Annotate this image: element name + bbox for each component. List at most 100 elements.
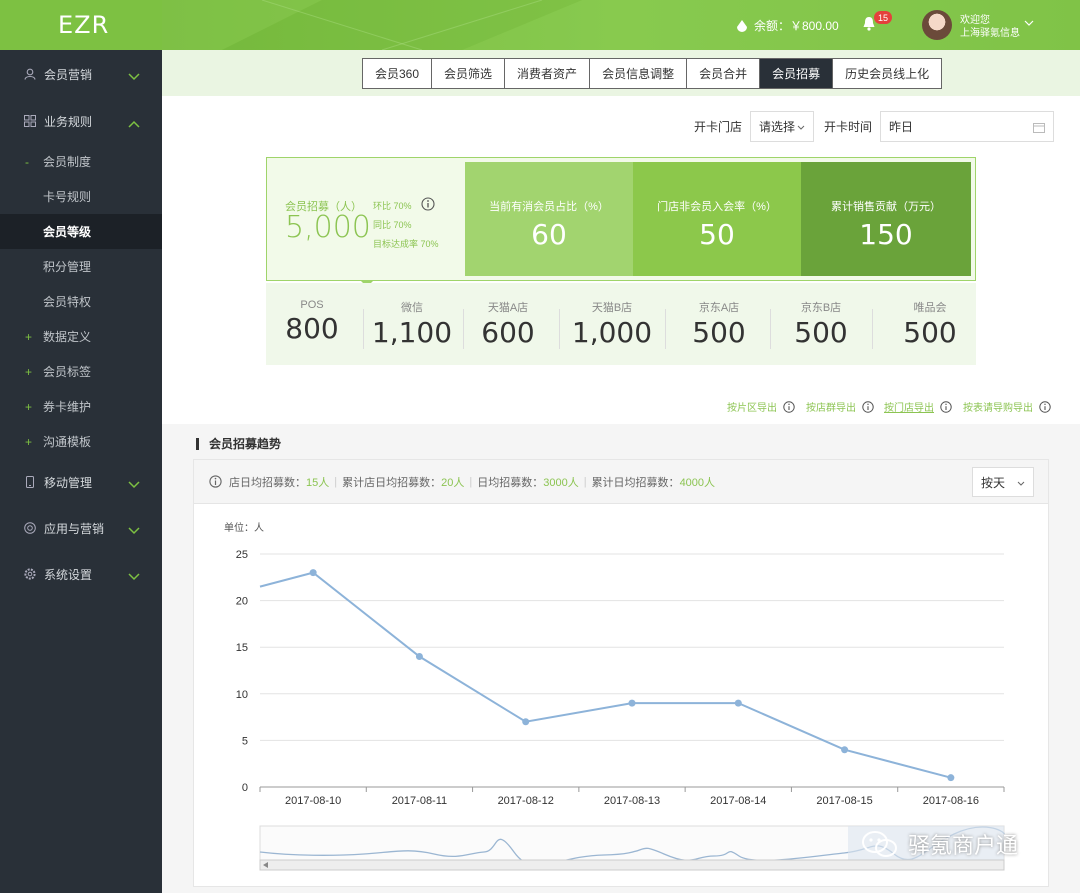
mobile-icon	[24, 476, 36, 488]
chevron-down-icon	[128, 524, 140, 535]
info-icon[interactable]	[940, 400, 952, 413]
channel-label: POS	[300, 299, 324, 311]
chevron-down-icon[interactable]	[1024, 20, 1034, 27]
sidebar-subitem[interactable]: 卡号规则	[0, 179, 162, 214]
grid-icon	[24, 115, 36, 127]
sidebar-subitem[interactable]: - 会员制度	[0, 144, 162, 179]
series-line	[259, 571, 952, 779]
data-point[interactable]	[841, 746, 849, 754]
channel-label: 微信	[401, 302, 423, 314]
sidebar-item-label: 移动管理	[44, 475, 93, 490]
top-bar: 余额：￥800.00 15 欢迎您 上海驿氪信息	[162, 0, 1080, 50]
separator: |	[583, 475, 587, 488]
mom-text: 同比 70%	[373, 220, 412, 230]
sidebar-subitem[interactable]: 会员特权	[0, 284, 162, 319]
sidebar-subitem-label: 会员特权	[43, 295, 92, 309]
export-link[interactable]: 按表请导购导出	[963, 399, 1051, 414]
sidebar-subitem-label: 会员制度	[43, 155, 92, 169]
company-name: 上海驿氪信息	[960, 28, 1020, 39]
channel-label: 唯品会	[913, 302, 947, 314]
tab-2[interactable]: 消费者资产	[504, 59, 590, 88]
channel-stat: 天猫B店 1,000	[562, 299, 666, 349]
data-point[interactable]	[628, 699, 636, 707]
channel-divider	[872, 309, 873, 349]
tab-band: 会员360 会员筛选 消费者资产 会员信息调整 会员合并 会员招募 历史会员线上化	[162, 50, 1080, 96]
stat-card: 累计销售贡献（万元） 150	[801, 162, 971, 276]
export-link[interactable]: 按店群导出	[806, 399, 874, 414]
balance: 余额：￥800.00	[736, 17, 839, 34]
cum-daily-avg-label: 累计日均招募数：	[591, 476, 680, 489]
sidebar-subitem-label: 沟通模板	[43, 435, 92, 449]
cum-store-avg-label: 累计店日均招募数：	[342, 476, 442, 489]
time-filter: 开卡时间 昨日	[824, 111, 1055, 142]
expand-marker: +	[25, 329, 33, 344]
sidebar-subitem[interactable]: + 会员标签	[0, 354, 162, 389]
chevron-down-icon	[128, 70, 140, 81]
tab-1[interactable]: 会员筛选	[431, 59, 505, 88]
expand-marker: +	[25, 399, 33, 414]
sidebar-subitem[interactable]: + 数据定义	[0, 319, 162, 354]
channel-stat: 唯品会 500	[880, 299, 980, 349]
export-link[interactable]: 按片区导出	[727, 399, 795, 414]
tab-4[interactable]: 会员合并	[686, 59, 760, 88]
sidebar-item[interactable]: 应用与营销	[0, 505, 162, 551]
chevron-up-icon	[128, 117, 140, 128]
trend-summary: 店日均招募数： 15人 | 累计店日均招募数： 20人 | 日均招募数： 3000人 …	[194, 460, 1048, 504]
info-icon[interactable]	[862, 400, 874, 413]
scrollbar[interactable]	[259, 859, 1005, 871]
sidebar: EZR 会员营销 业务规则 - 会员制度 卡号规则 会员等级 积分管理 会员特权 + 数据定义 + 会…	[0, 0, 162, 893]
user-info[interactable]: 欢迎您 上海驿氪信息	[960, 14, 1020, 40]
x-tick-label: 2017-08-15	[816, 795, 872, 807]
tab-6[interactable]: 历史会员线上化	[832, 59, 942, 88]
sidebar-item[interactable]: 移动管理	[0, 459, 162, 505]
data-point[interactable]	[734, 699, 742, 707]
tab-bar: 会员360 会员筛选 消费者资产 会员信息调整 会员合并 会员招募 历史会员线上化	[362, 58, 943, 89]
stat-card-label: 门店非会员入会率（%）	[657, 201, 777, 213]
info-icon[interactable]	[421, 197, 435, 211]
info-icon[interactable]	[1039, 400, 1051, 413]
channel-value: 500	[903, 316, 957, 349]
sidebar-subitem-label: 会员等级	[43, 225, 92, 239]
channel-divider	[665, 309, 666, 349]
data-point[interactable]	[522, 718, 530, 726]
expand-marker: +	[25, 434, 33, 449]
expand-marker: +	[25, 364, 33, 379]
channel-divider	[559, 309, 560, 349]
info-icon[interactable]	[783, 400, 795, 413]
recruit-summary: 会员招募（人） 5,000 环比 70% 同比 70% 目标达成率 70% 当前…	[266, 157, 976, 281]
watermark-text: 驿氪商户通	[908, 833, 1019, 858]
channel-stat: 京东A店 500	[669, 299, 771, 349]
tab-0[interactable]: 会员360	[363, 59, 432, 88]
recruit-value: 5,000	[285, 210, 371, 245]
sidebar-item[interactable]: 系统设置	[0, 551, 162, 597]
sidebar-subitem-label: 卡号规则	[43, 190, 92, 204]
data-point[interactable]	[415, 653, 423, 661]
sidebar-subitem[interactable]: + 券卡维护	[0, 389, 162, 424]
sidebar-subitem-label: 数据定义	[43, 330, 92, 344]
sidebar-item[interactable]: 会员营销	[0, 50, 162, 98]
target-icon	[24, 522, 36, 534]
user-icon	[24, 68, 36, 80]
export-link-label: 按表请导购导出	[963, 403, 1033, 414]
stat-card-label: 累计销售贡献（万元）	[831, 201, 941, 213]
sidebar-subitem[interactable]: + 沟通模板	[0, 424, 162, 459]
chevron-down-icon	[128, 478, 140, 489]
app-logo[interactable]: EZR	[0, 0, 162, 50]
channel-value: 800	[285, 312, 339, 345]
avatar[interactable]	[922, 10, 952, 40]
data-point[interactable]	[309, 569, 317, 577]
sidebar-item-label: 业务规则	[44, 114, 93, 129]
tab-3[interactable]: 会员信息调整	[589, 59, 687, 88]
x-tick-label: 2017-08-11	[392, 795, 447, 807]
y-tick-label: 20	[236, 596, 248, 608]
period-select[interactable]: 按天	[972, 467, 1034, 497]
tab-5[interactable]: 会员招募	[759, 59, 833, 88]
date-input[interactable]: 昨日	[880, 111, 1055, 142]
data-point[interactable]	[947, 774, 955, 782]
sidebar-item[interactable]: 业务规则	[0, 98, 162, 144]
sidebar-subitem[interactable]: 会员等级	[0, 214, 162, 249]
x-tick-label: 2017-08-13	[604, 795, 660, 807]
sidebar-subitem[interactable]: 积分管理	[0, 249, 162, 284]
export-link[interactable]: 按门店导出	[884, 399, 952, 414]
store-select[interactable]: 请选择	[750, 111, 815, 142]
